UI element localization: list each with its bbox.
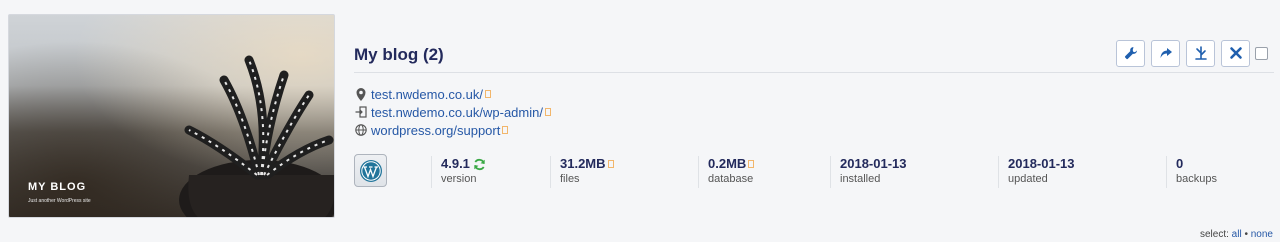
title-divider <box>354 72 1274 73</box>
refresh-icon[interactable] <box>473 158 486 171</box>
wordpress-logo <box>354 154 387 187</box>
external-link-icon[interactable] <box>748 160 755 168</box>
link-row-support: wordpress.org/support <box>354 121 551 139</box>
wrench-icon <box>1124 47 1137 60</box>
wordpress-icon <box>359 159 382 182</box>
stat-updated: 2018-01-13 updated <box>998 156 1075 188</box>
external-link-icon[interactable] <box>485 90 491 98</box>
stat-installed-value: 2018-01-13 <box>840 156 907 171</box>
stat-backups-label: backups <box>1176 173 1217 185</box>
stat-files-label: files <box>560 173 580 185</box>
external-link-icon[interactable] <box>544 108 551 116</box>
select-prefix: select: <box>1199 229 1229 240</box>
share-arrow-icon <box>1160 48 1172 58</box>
stat-version: 4.9.1 version <box>431 156 486 188</box>
stat-installed: 2018-01-13 installed <box>830 156 907 188</box>
stat-backups: 0 backups <box>1166 156 1217 188</box>
select-separator: • <box>1244 229 1248 240</box>
delete-button[interactable] <box>1221 39 1250 67</box>
frontend-link[interactable]: test.nwdemo.co.uk/ <box>371 87 483 102</box>
stat-version-value: 4.9.1 <box>441 156 470 171</box>
site-links: test.nwdemo.co.uk/ test.nwdemo.co.uk/wp-… <box>354 85 551 139</box>
stat-files: 31.2MB files <box>550 156 614 188</box>
stat-updated-value: 2018-01-13 <box>1008 156 1075 171</box>
support-link[interactable]: wordpress.org/support <box>371 123 500 138</box>
thumbnail-title: MY BLOG <box>28 181 87 193</box>
stat-files-value: 31.2MB <box>560 156 606 171</box>
location-pin-icon <box>354 87 367 101</box>
external-link-icon[interactable] <box>502 126 509 134</box>
stat-database: 0.2MB database <box>698 156 755 188</box>
close-icon <box>1229 47 1242 59</box>
login-icon <box>354 106 367 119</box>
stat-version-label: version <box>441 173 477 185</box>
stat-updated-label: updated <box>1008 173 1048 185</box>
select-none-link[interactable]: none <box>1251 229 1273 240</box>
site-thumbnail[interactable]: MY BLOG Just another WordPress site <box>8 14 335 218</box>
login-button[interactable] <box>1151 39 1180 67</box>
site-select-checkbox[interactable] <box>1255 46 1268 60</box>
link-row-admin: test.nwdemo.co.uk/wp-admin/ <box>354 103 551 121</box>
link-row-frontend: test.nwdemo.co.uk/ <box>354 85 551 103</box>
external-link-icon[interactable] <box>607 160 614 168</box>
globe-icon <box>354 124 367 137</box>
stat-database-label: database <box>708 173 754 185</box>
admin-link[interactable]: test.nwdemo.co.uk/wp-admin/ <box>371 105 543 120</box>
thumbnail-subtitle: Just another WordPress site <box>28 198 91 204</box>
site-title[interactable]: My blog (2) <box>354 45 444 65</box>
select-links: select: all • none <box>1200 229 1273 240</box>
fork-icon <box>1194 46 1207 60</box>
clone-button[interactable] <box>1186 39 1215 67</box>
stat-database-value: 0.2MB <box>708 156 747 171</box>
stat-installed-label: installed <box>840 173 881 185</box>
tools-button[interactable] <box>1116 39 1145 67</box>
stat-backups-value: 0 <box>1176 156 1184 171</box>
site-toolbar <box>1116 38 1268 68</box>
select-all-link[interactable]: all <box>1232 229 1242 240</box>
